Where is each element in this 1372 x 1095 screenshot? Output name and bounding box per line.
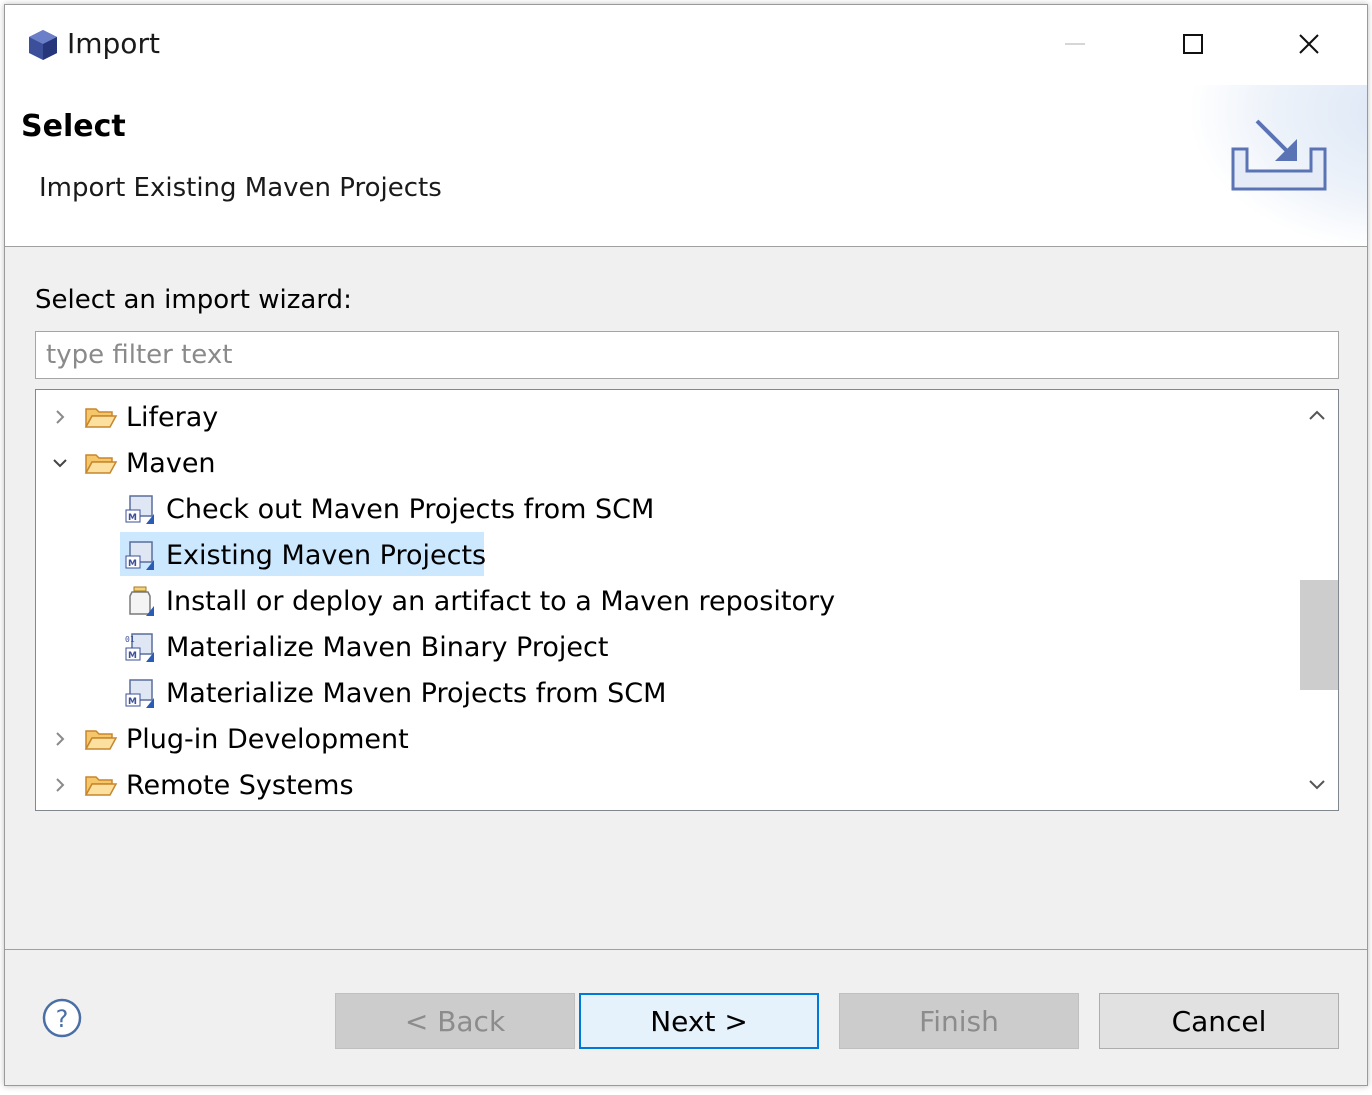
scroll-down-icon[interactable] xyxy=(1306,774,1328,796)
cancel-button[interactable]: Cancel xyxy=(1099,993,1339,1049)
tree-item-checkout-maven-scm[interactable]: M Check out Maven Projects from SCM xyxy=(36,486,1290,532)
tree-item-maven[interactable]: Maven xyxy=(36,440,1290,486)
tree-item-label: Maven xyxy=(126,447,216,479)
tree-item-label: Plug-in Development xyxy=(126,723,409,755)
chevron-right-icon[interactable] xyxy=(50,775,70,795)
wizard-banner: Select Import Existing Maven Projects xyxy=(5,85,1367,247)
folder-open-icon xyxy=(84,454,118,474)
tree-item-label: Remote Systems xyxy=(126,769,354,801)
tree-item-materialize-binary[interactable]: 01 M Materialize Maven Binary Project xyxy=(36,624,1290,670)
footer-separator xyxy=(5,949,1367,950)
help-icon[interactable]: ? xyxy=(41,997,83,1039)
next-button[interactable]: Next > xyxy=(579,993,819,1049)
tree-item-label: Materialize Maven Projects from SCM xyxy=(166,677,667,709)
tree-item-install-deploy-artifact[interactable]: Install or deploy an artifact to a Maven… xyxy=(36,578,1290,624)
title-bar[interactable]: Import xyxy=(5,5,1367,85)
svg-text:M: M xyxy=(128,651,137,661)
chevron-down-icon[interactable] xyxy=(50,453,70,473)
tree-item-label: Materialize Maven Binary Project xyxy=(166,631,609,663)
tree-scrollbar[interactable] xyxy=(1296,390,1338,810)
tree-item-plugin-development[interactable]: Plug-in Development xyxy=(36,716,1290,762)
chevron-right-icon[interactable] xyxy=(50,407,70,427)
maven-project-icon: M xyxy=(125,495,154,524)
maven-project-icon: M xyxy=(125,679,154,708)
tree-item-label: Liferay xyxy=(126,401,219,433)
scroll-thumb[interactable] xyxy=(1300,580,1338,690)
minimize-button[interactable] xyxy=(1045,19,1105,69)
svg-text:01: 01 xyxy=(125,635,135,644)
chevron-right-icon[interactable] xyxy=(50,729,70,749)
folder-open-icon xyxy=(84,776,118,796)
finish-button[interactable]: Finish xyxy=(839,993,1079,1049)
minimize-icon xyxy=(1065,43,1085,45)
page-description: Import Existing Maven Projects xyxy=(39,173,442,203)
close-icon xyxy=(1299,34,1319,54)
back-button[interactable]: < Back xyxy=(335,993,575,1049)
svg-text:?: ? xyxy=(56,1005,69,1033)
tree-item-remote-systems[interactable]: Remote Systems xyxy=(36,762,1290,808)
tree-item-materialize-scm[interactable]: M Materialize Maven Projects from SCM xyxy=(36,670,1290,716)
window-title: Import xyxy=(67,27,160,60)
close-button[interactable] xyxy=(1279,19,1339,69)
svg-text:M: M xyxy=(128,559,137,569)
folder-open-icon xyxy=(84,730,118,750)
maven-project-icon: M xyxy=(125,541,154,570)
tree-item-label: Existing Maven Projects xyxy=(166,539,487,571)
maven-binary-icon: 01 M xyxy=(125,633,154,662)
tree-item-liferay[interactable]: Liferay xyxy=(36,394,1290,440)
wizard-tree[interactable]: Liferay Maven M Check out Maven Projects… xyxy=(35,389,1339,811)
import-dialog: Import Select Import Existing Maven Proj… xyxy=(4,4,1368,1086)
scroll-up-icon[interactable] xyxy=(1306,404,1328,426)
eclipse-cube-icon xyxy=(29,30,57,60)
tree-item-label: Check out Maven Projects from SCM xyxy=(166,493,655,525)
maximize-button[interactable] xyxy=(1163,19,1223,69)
import-tray-icon xyxy=(1231,119,1327,191)
filter-input[interactable] xyxy=(35,331,1339,379)
tree-item-existing-maven-projects[interactable]: M Existing Maven Projects xyxy=(36,532,1290,578)
maximize-icon xyxy=(1183,34,1203,54)
wizard-list-label: Select an import wizard: xyxy=(35,285,352,315)
jar-artifact-icon xyxy=(129,586,154,616)
tree-item-label: Install or deploy an artifact to a Maven… xyxy=(166,585,836,617)
page-title: Select xyxy=(21,109,126,144)
svg-text:M: M xyxy=(128,513,137,523)
folder-open-icon xyxy=(84,408,118,428)
svg-text:M: M xyxy=(128,697,137,707)
